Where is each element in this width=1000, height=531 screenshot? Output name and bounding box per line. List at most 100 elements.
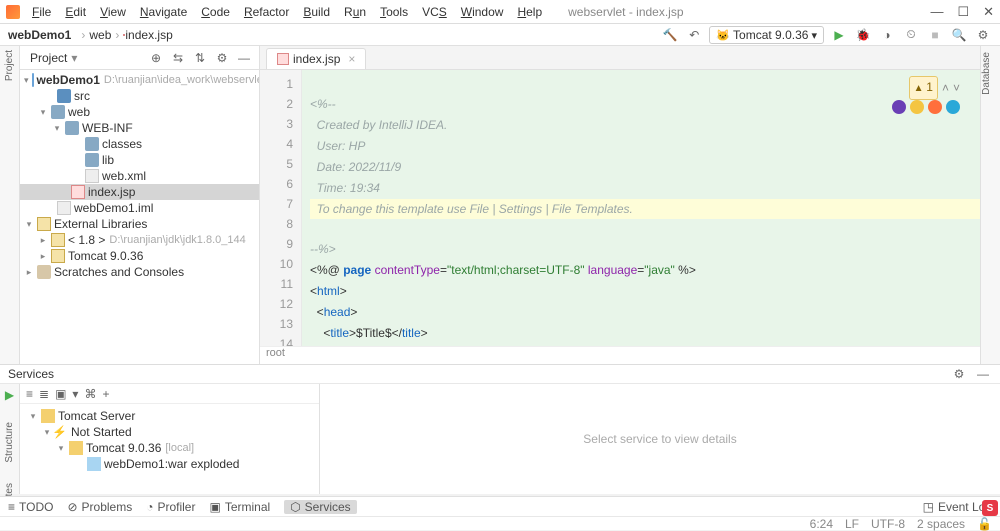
tomcat-icon (41, 409, 55, 423)
tool-todo[interactable]: ≡ TODO (8, 500, 53, 514)
tree-indexjsp[interactable]: index.jsp (20, 184, 259, 200)
folder-icon (85, 153, 99, 167)
maximize-button[interactable]: ☐ (957, 4, 969, 20)
source-folder-icon (57, 89, 71, 103)
warning-badge[interactable]: ▲ 1 (909, 76, 938, 100)
menu-run[interactable]: Run (338, 3, 372, 21)
tool-database[interactable]: Database (981, 52, 992, 95)
close-button[interactable]: ✕ (983, 4, 994, 20)
firefox-icon[interactable] (928, 100, 942, 114)
edge-icon[interactable] (946, 100, 960, 114)
tool-profiler[interactable]: ◔ Profiler (146, 500, 195, 514)
tree-jdk[interactable]: ▸< 1.8 >D:\ruanjian\jdk\jdk1.8.0_144 (20, 232, 259, 248)
services-title: Services (8, 367, 54, 381)
jsp-icon (71, 185, 85, 199)
tree-webinf[interactable]: ▾WEB-INF (20, 120, 259, 136)
status-indent[interactable]: 2 spaces (917, 517, 965, 531)
coverage-icon[interactable]: ◑ (878, 26, 896, 44)
tree-web[interactable]: ▾web (20, 104, 259, 120)
sv-not-started[interactable]: ▾⚡Not Started (24, 424, 315, 440)
sv-instance[interactable]: ▾Tomcat 9.0.36[local] (24, 440, 315, 456)
tree-lib[interactable]: lib (20, 152, 259, 168)
search-icon[interactable]: 🔍 (950, 26, 968, 44)
tree-root[interactable]: ▾webDemo1D:\ruanjian\idea_work\webservle… (20, 72, 259, 88)
editor-breadcrumb[interactable]: root (260, 346, 980, 364)
collapse-all-icon[interactable]: ≣ (39, 387, 49, 401)
minimize-button[interactable]: — (930, 4, 943, 20)
back-icon[interactable]: ↶ (685, 26, 703, 44)
sv-tomcat-server[interactable]: ▾Tomcat Server (24, 408, 315, 424)
ime-indicator-icon[interactable]: S (982, 500, 998, 516)
menu-help[interactable]: Help (511, 3, 548, 21)
module-icon (32, 73, 34, 87)
gear-icon[interactable]: ⚙ (950, 365, 968, 383)
tree-webxml[interactable]: web.xml (20, 168, 259, 184)
run-config-selector[interactable]: 🐱 Tomcat 9.0.36 ▾ (709, 26, 824, 44)
collapse-icon[interactable]: ⇆ (169, 49, 187, 67)
group-icon[interactable]: ▣ (55, 387, 66, 401)
menu-file[interactable]: File (26, 3, 57, 21)
menu-code[interactable]: Code (195, 3, 236, 21)
tool-structure[interactable]: Structure (4, 422, 15, 463)
build-icon[interactable]: 🔨 (661, 26, 679, 44)
dropdown-icon[interactable]: ▾ (71, 51, 77, 65)
tool-project[interactable]: Project (4, 50, 15, 81)
tree-icon[interactable]: ⌘ (84, 387, 96, 401)
tree-tomcat[interactable]: ▸Tomcat 9.0.36 (20, 248, 259, 264)
tree-src[interactable]: src (20, 88, 259, 104)
status-encoding[interactable]: UTF-8 (871, 517, 905, 531)
close-tab-icon[interactable]: × (348, 52, 355, 66)
services-run-button[interactable]: ▶ (1, 388, 19, 402)
tree-iml[interactable]: webDemo1.iml (20, 200, 259, 216)
status-lineend[interactable]: LF (845, 517, 859, 531)
debug-button[interactable]: 🐞 (854, 26, 872, 44)
run-button[interactable]: ▶ (830, 26, 848, 44)
menu-vcs[interactable]: VCS (416, 3, 453, 21)
expand-all-icon[interactable]: ≡ (26, 387, 33, 401)
sv-artifact[interactable]: webDemo1:war exploded (24, 456, 315, 472)
expand-icon[interactable]: ⇅ (191, 49, 209, 67)
lightning-icon: ⚡ (52, 425, 67, 439)
menu-navigate[interactable]: Navigate (134, 3, 193, 21)
breadcrumb-file[interactable]: index.jsp (125, 28, 172, 42)
hide-icon[interactable]: — (974, 365, 992, 383)
filter-icon[interactable]: ▾ (72, 387, 78, 401)
ie-icon[interactable] (892, 100, 906, 114)
menu-tools[interactable]: Tools (374, 3, 414, 21)
tree-extlib[interactable]: ▾External Libraries (20, 216, 259, 232)
menu-edit[interactable]: Edit (59, 3, 92, 21)
tree-classes[interactable]: classes (20, 136, 259, 152)
target-icon[interactable]: ⊕ (147, 49, 165, 67)
chevron-up-icon[interactable]: ˄ (942, 78, 949, 98)
breadcrumb-root[interactable]: webDemo1 (8, 28, 71, 42)
folder-icon (65, 121, 79, 135)
window-title: webservlet - index.jsp (568, 5, 683, 19)
hide-icon[interactable]: — (235, 49, 253, 67)
profile-icon[interactable]: ⏲ (902, 26, 920, 44)
menu-build[interactable]: Build (297, 3, 336, 21)
code-editor[interactable]: <%-- Created by IntelliJ IDEA. User: HP … (302, 70, 980, 346)
project-panel-title: Project (30, 51, 67, 65)
menu-refactor[interactable]: Refactor (238, 3, 295, 21)
menu-view[interactable]: View (94, 3, 132, 21)
tool-services[interactable]: ⬡ Services (284, 500, 357, 514)
jdk-icon (51, 233, 65, 247)
folder-icon (51, 105, 65, 119)
chevron-down-icon[interactable]: ˅ (953, 78, 960, 98)
status-lock-icon[interactable]: 🔓 (977, 517, 992, 531)
tool-problems[interactable]: ⊘ Problems (67, 500, 132, 514)
scratches-icon (37, 265, 51, 279)
editor-tab-indexjsp[interactable]: index.jsp × (266, 48, 366, 69)
settings-icon[interactable]: ⚙ (974, 26, 992, 44)
menu-window[interactable]: Window (455, 3, 510, 21)
add-icon[interactable]: + (102, 387, 109, 401)
breadcrumb-sep: › (81, 28, 85, 42)
app-logo-icon (6, 5, 20, 19)
status-position[interactable]: 6:24 (810, 517, 833, 531)
breadcrumb-web[interactable]: web (89, 28, 111, 42)
stop-button[interactable]: ■ (926, 26, 944, 44)
tree-scratches[interactable]: ▸Scratches and Consoles (20, 264, 259, 280)
chrome-icon[interactable] (910, 100, 924, 114)
gear-icon[interactable]: ⚙ (213, 49, 231, 67)
tool-terminal[interactable]: ▣ Terminal (209, 500, 270, 514)
